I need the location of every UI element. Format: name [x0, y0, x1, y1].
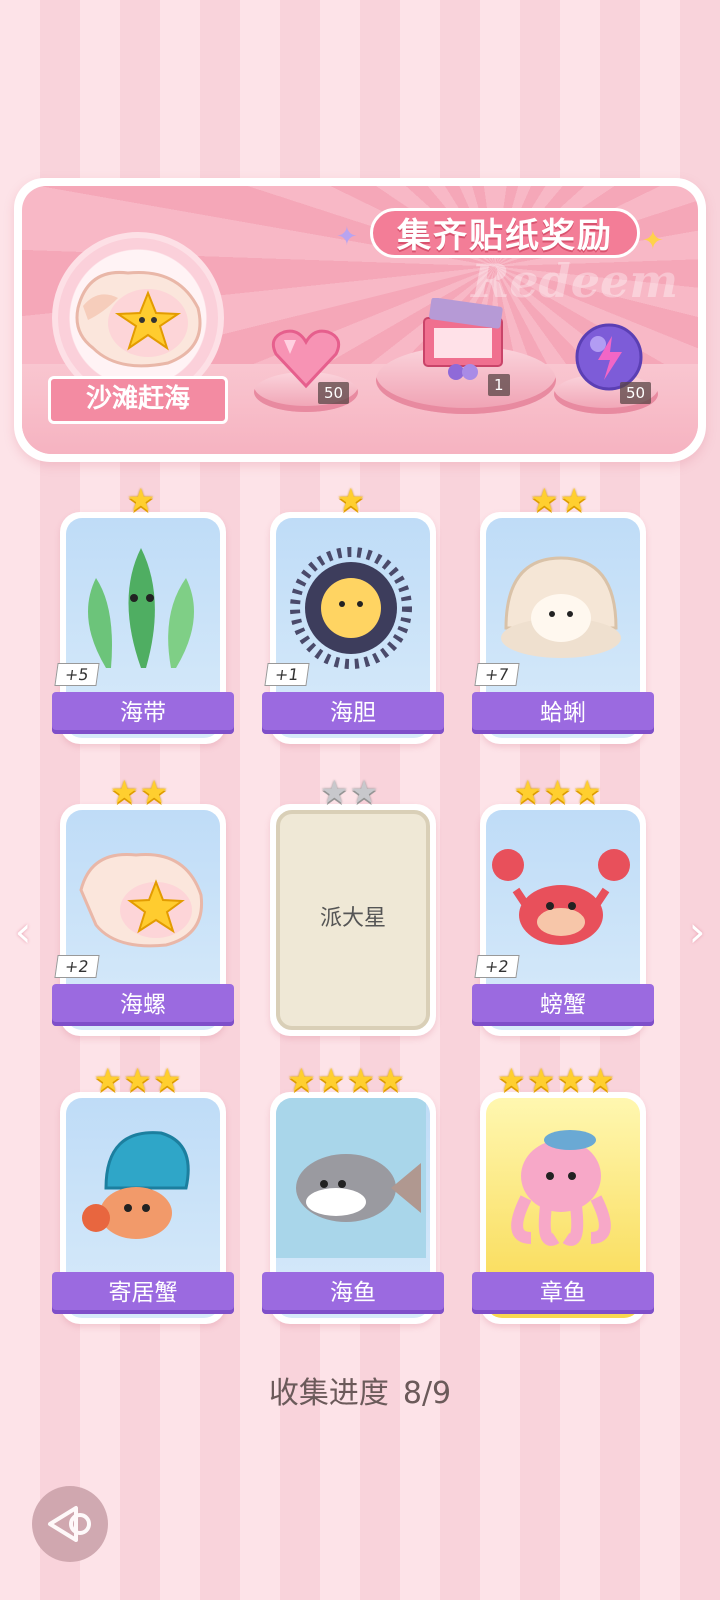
star-icon: ★ — [152, 1061, 182, 1099]
reward-count: 50 — [620, 382, 652, 404]
collection-progress: 收集进度 8/9 — [0, 1368, 720, 1412]
sticker-card[interactable]: 章鱼 — [472, 1092, 654, 1324]
sparkle-icon: ✦ — [642, 226, 664, 256]
sticker-illustration-icon — [486, 810, 636, 974]
gift-box-icon[interactable] — [416, 298, 512, 384]
locked-sticker-name: 派大星 — [319, 906, 386, 931]
sticker-card[interactable]: 螃蟹 +2 — [472, 804, 654, 1036]
rarity-stars: ★ ★ — [320, 776, 378, 808]
star-icon: ★ — [320, 773, 349, 811]
rarity-stars: ★ ★ — [530, 484, 588, 516]
star-icon: ★ — [110, 773, 139, 811]
rarity-stars: ★ — [127, 484, 156, 516]
sticker-illustration-icon — [486, 1098, 636, 1262]
pink-heart-gem-icon[interactable] — [270, 326, 342, 390]
star-icon: ★ — [346, 1061, 376, 1099]
sticker-card[interactable]: 蛤蜊 +7 — [472, 512, 654, 744]
star-icon: ★ — [139, 773, 169, 811]
back-arrow-icon — [48, 1506, 91, 1542]
sticker-card[interactable]: 海螺 +2 — [52, 804, 234, 1036]
sticker-card[interactable]: 海带 +5 — [52, 512, 234, 744]
star-icon: ★ — [93, 1061, 123, 1099]
reward-banner-inner: Redeem ✦ ✦ 集齐贴纸奖励 沙滩赶海 50 1 50 — [22, 186, 698, 454]
duplicate-count-badge: +1 — [264, 663, 310, 686]
star-icon: ★ — [526, 1061, 556, 1099]
sticker-illustration-icon — [486, 518, 636, 682]
sticker-name: 海胆 — [262, 692, 444, 734]
sticker-name: 海鱼 — [262, 1272, 444, 1314]
prev-page-arrow-icon[interactable]: ‹ — [8, 910, 38, 954]
sticker-illustration-icon — [276, 518, 426, 682]
sticker-name: 寄居蟹 — [52, 1272, 234, 1314]
star-icon: ★ — [316, 1061, 346, 1099]
scene-ribbon: 沙滩赶海 — [48, 376, 228, 424]
star-icon: ★ — [586, 1061, 615, 1099]
rarity-stars: ★ ★ — [110, 776, 168, 808]
reward-count: 1 — [488, 374, 510, 396]
reward-banner: Redeem ✦ ✦ 集齐贴纸奖励 沙滩赶海 50 1 50 — [14, 178, 706, 462]
star-icon: ★ — [336, 481, 366, 519]
star-icon: ★ — [349, 773, 379, 811]
star-icon: ★ — [543, 773, 572, 811]
reward-count: 50 — [318, 382, 350, 404]
rarity-stars: ★ — [337, 484, 366, 516]
sticker-card[interactable]: 海鱼 — [262, 1092, 444, 1324]
star-icon: ★ — [497, 1061, 526, 1099]
duplicate-count-badge: +7 — [474, 663, 520, 686]
rarity-stars: ★ ★ ★ ★ — [497, 1064, 615, 1096]
progress-value: 8/9 — [402, 1376, 452, 1411]
conch-starfish-icon — [75, 270, 202, 368]
rarity-stars: ★ ★ ★ ★ — [287, 1064, 405, 1096]
sticker-name: 海螺 — [52, 984, 234, 1026]
sparkle-icon: ✦ — [336, 222, 358, 252]
star-icon: ★ — [559, 481, 589, 519]
sticker-illustration-icon — [276, 1098, 426, 1262]
star-icon: ★ — [376, 1061, 405, 1099]
duplicate-count-badge: +2 — [474, 955, 520, 978]
banner-title: 集齐贴纸奖励 — [370, 208, 640, 258]
star-icon: ★ — [287, 1061, 316, 1099]
star-icon: ★ — [513, 773, 543, 811]
star-icon: ★ — [126, 481, 156, 519]
rarity-stars: ★ ★ ★ — [94, 1064, 182, 1096]
sticker-illustration-icon — [66, 518, 216, 682]
star-icon: ★ — [556, 1061, 586, 1099]
sticker-card[interactable]: 派大星 — [270, 804, 436, 1036]
star-icon: ★ — [530, 481, 559, 519]
star-icon: ★ — [123, 1061, 152, 1099]
progress-label: 收集进度 — [268, 1376, 389, 1411]
next-page-arrow-icon[interactable]: › — [682, 910, 712, 954]
back-button[interactable] — [32, 1486, 108, 1562]
sticker-name: 海带 — [52, 692, 234, 734]
duplicate-count-badge: +2 — [54, 955, 100, 978]
sticker-name: 章鱼 — [472, 1272, 654, 1314]
star-icon: ★ — [572, 773, 602, 811]
sticker-illustration-icon — [66, 810, 216, 974]
sticker-name: 螃蟹 — [472, 984, 654, 1026]
sticker-name: 蛤蜊 — [472, 692, 654, 734]
duplicate-count-badge: +5 — [54, 663, 100, 686]
sticker-card[interactable]: 寄居蟹 — [52, 1092, 234, 1324]
rarity-stars: ★ ★ ★ — [514, 776, 602, 808]
sticker-illustration-icon — [66, 1098, 216, 1262]
sticker-card[interactable]: 海胆 +1 — [262, 512, 444, 744]
